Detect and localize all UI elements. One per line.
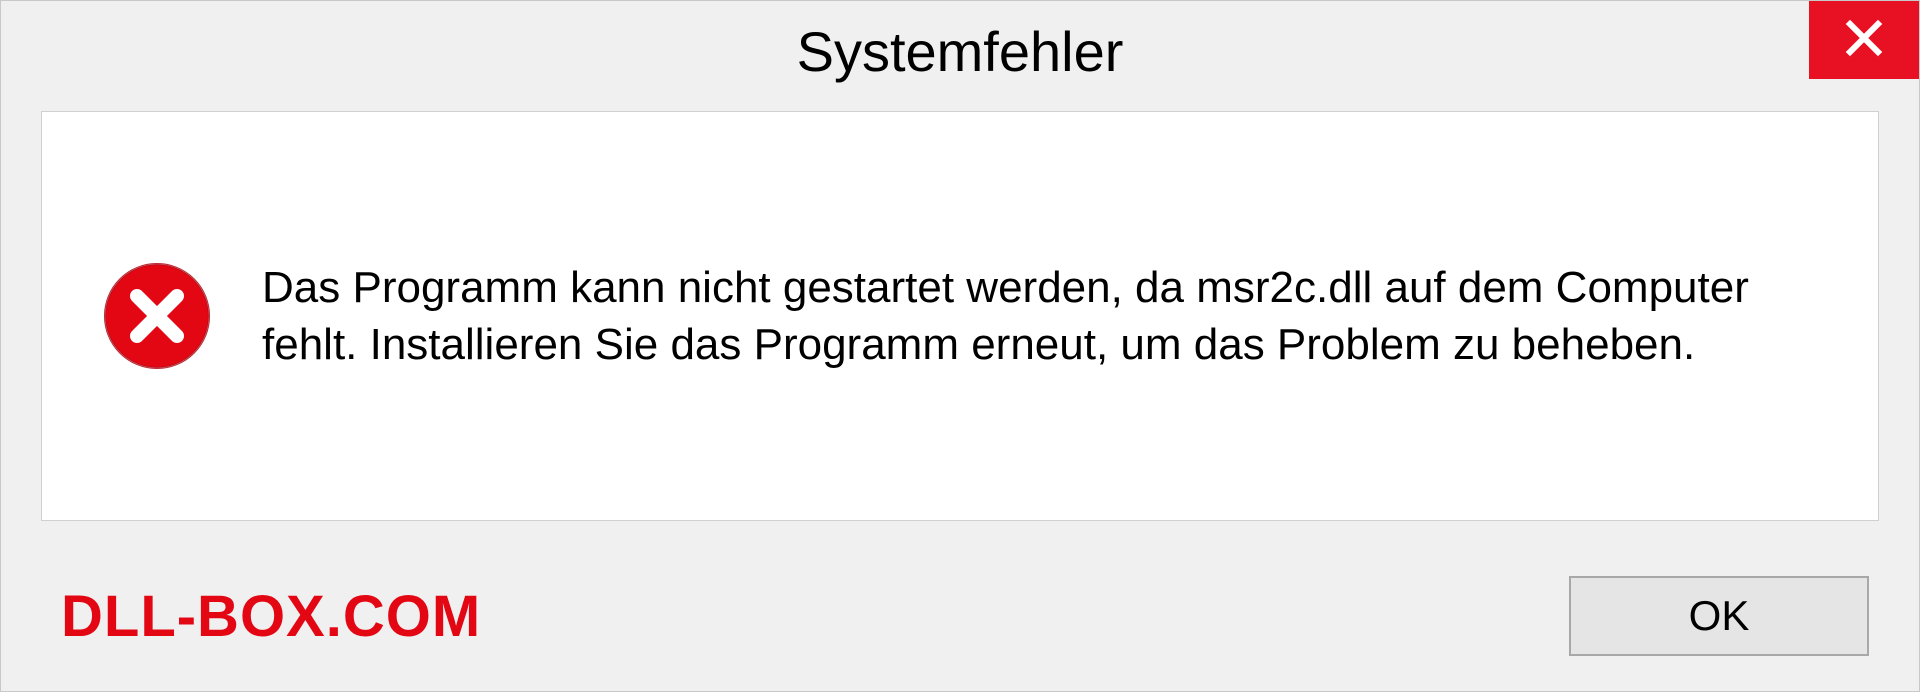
close-icon [1844,18,1884,63]
dialog-footer: DLL-BOX.COM OK [1,541,1919,691]
ok-button[interactable]: OK [1569,576,1869,656]
watermark-text: DLL-BOX.COM [61,583,481,650]
error-dialog: Systemfehler Das Programm kann nicht ges… [0,0,1920,692]
ok-button-label: OK [1689,592,1750,640]
error-icon [102,261,212,371]
content-area: Das Programm kann nicht gestartet werden… [41,111,1879,521]
dialog-title: Systemfehler [797,19,1124,84]
titlebar: Systemfehler [1,1,1919,101]
close-button[interactable] [1809,1,1919,79]
error-message: Das Programm kann nicht gestartet werden… [262,259,1818,373]
